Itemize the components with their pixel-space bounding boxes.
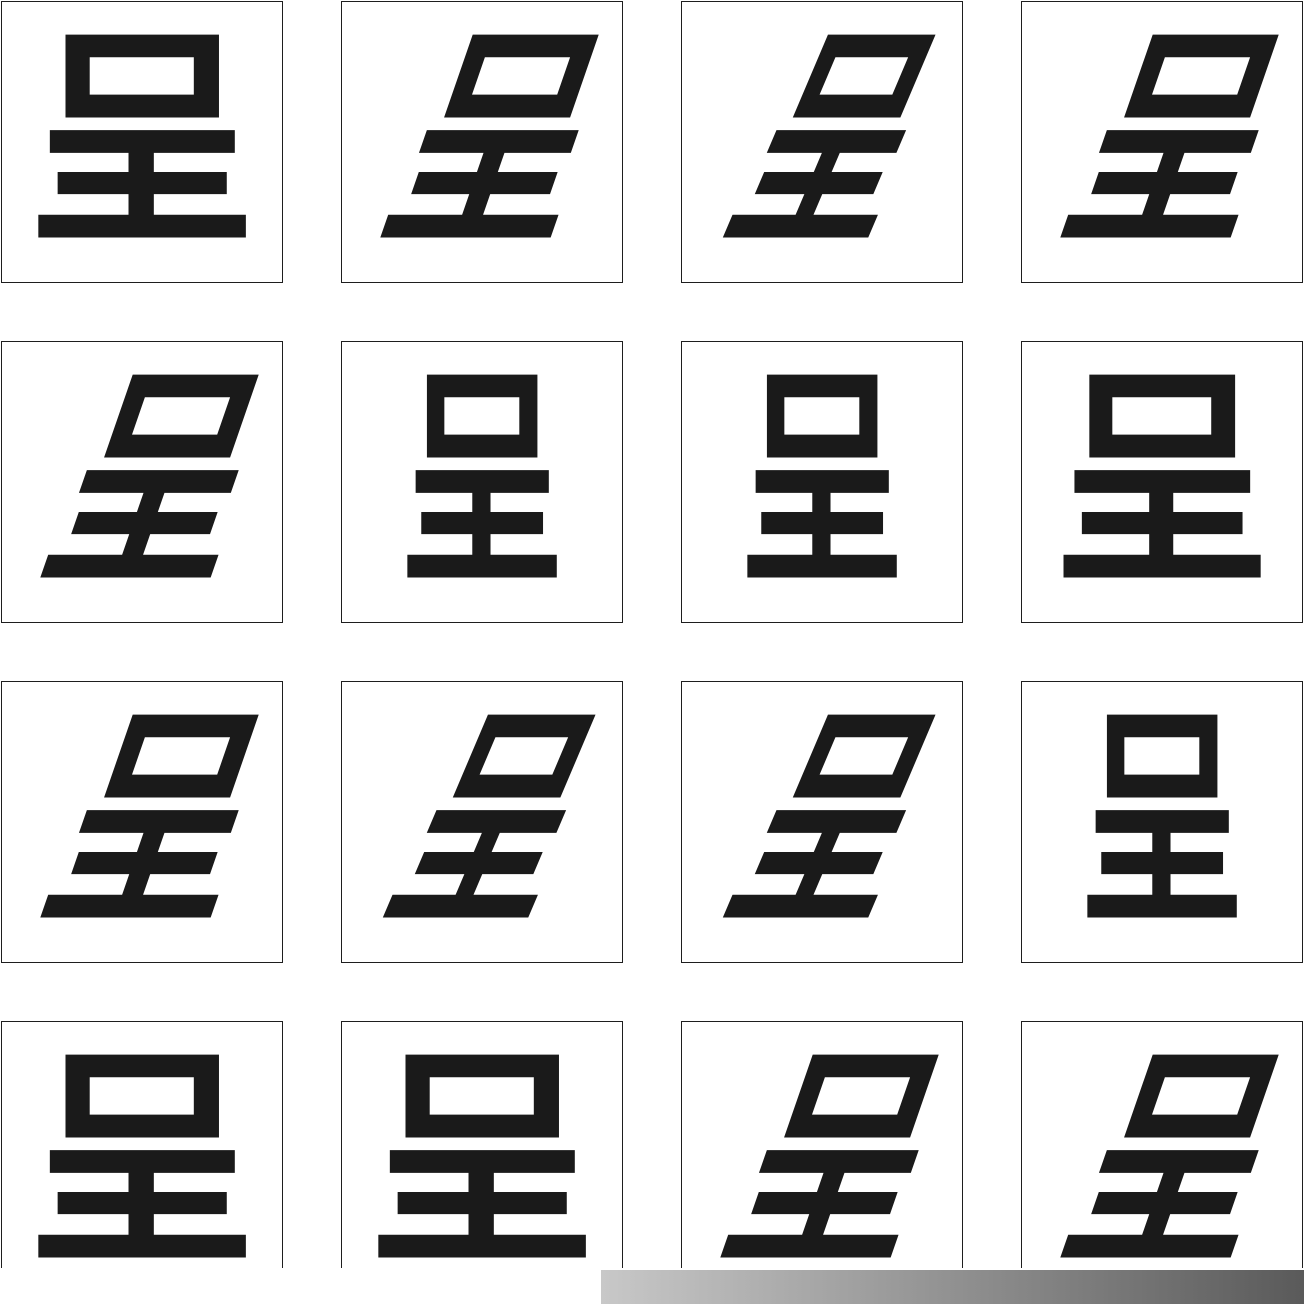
calligraphy-glyph: 呈	[707, 7, 937, 277]
calligraphy-cell: 呈	[341, 341, 623, 623]
calligraphy-glyph: 呈	[28, 687, 256, 957]
calligraphy-glyph: 呈	[399, 347, 565, 617]
calligraphy-cell: 呈	[681, 1021, 963, 1303]
calligraphy-cell: 呈	[1, 681, 283, 963]
calligraphy-cell: 呈	[1, 1, 283, 283]
gradient-bar	[601, 1270, 1304, 1304]
calligraphy-glyph: 呈	[708, 1027, 936, 1297]
calligraphy-glyph: 呈	[1048, 7, 1276, 277]
calligraphy-glyph: 呈	[707, 687, 937, 957]
calligraphy-glyph: 呈	[1079, 687, 1245, 957]
calligraphy-cell: 呈	[681, 681, 963, 963]
calligraphy-glyph: 呈	[367, 687, 597, 957]
calligraphy-glyph: 呈	[368, 7, 596, 277]
calligraphy-glyph: 呈	[739, 347, 905, 617]
calligraphy-glyph: 呈	[26, 7, 257, 277]
calligraphy-glyph: 呈	[1052, 347, 1272, 617]
calligraphy-glyph: 呈	[1048, 1027, 1276, 1297]
calligraphy-glyph: 呈	[26, 1027, 257, 1297]
calligraphy-cell: 呈	[1, 1021, 283, 1303]
calligraphy-cell: 呈	[341, 1, 623, 283]
calligraphy-cell: 呈	[341, 1021, 623, 1303]
calligraphy-grid: 呈 呈 呈 呈 呈 呈 呈 呈 呈 呈 呈 呈 呈 呈 呈 呈	[0, 0, 1304, 1304]
calligraphy-cell: 呈	[1, 341, 283, 623]
calligraphy-glyph: 呈	[366, 1027, 597, 1297]
calligraphy-cell: 呈	[1021, 681, 1303, 963]
calligraphy-cell: 呈	[341, 681, 623, 963]
calligraphy-cell: 呈	[1021, 341, 1303, 623]
calligraphy-cell: 呈	[681, 341, 963, 623]
calligraphy-cell: 呈	[1021, 1021, 1303, 1303]
calligraphy-cell: 呈	[681, 1, 963, 283]
calligraphy-glyph: 呈	[28, 347, 256, 617]
calligraphy-cell: 呈	[1021, 1, 1303, 283]
